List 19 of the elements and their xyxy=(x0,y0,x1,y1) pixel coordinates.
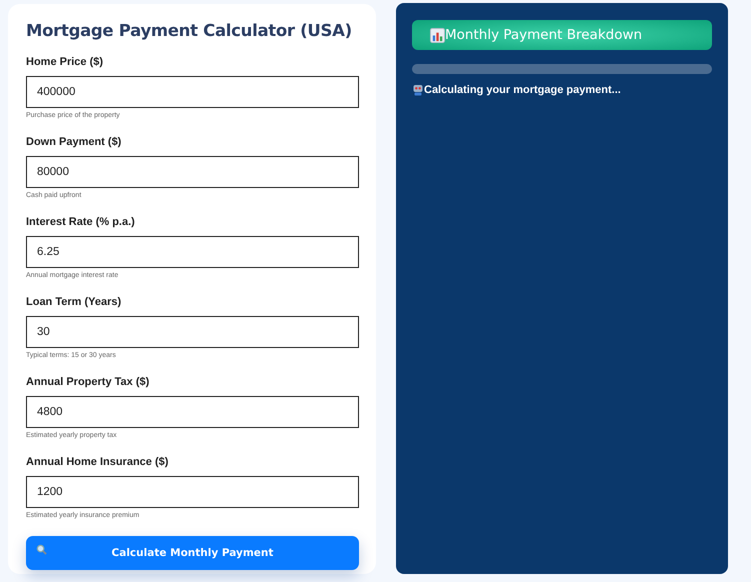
input-field[interactable]: 1200 xyxy=(26,476,359,508)
input-field[interactable]: 30 xyxy=(26,316,359,348)
field-label: Home Price ($) xyxy=(26,56,104,68)
input-field[interactable]: 80000 xyxy=(26,156,359,188)
search-icon xyxy=(36,544,47,554)
calculator-title: Mortgage Payment Calculator (USA) xyxy=(26,20,353,42)
breakdown-header: Monthly Payment Breakdown xyxy=(412,20,712,50)
input-field[interactable]: 400000 xyxy=(26,76,359,108)
field-label: Annual Home Insurance ($) xyxy=(26,456,170,468)
input-field[interactable]: 4800 xyxy=(26,396,359,428)
field-label: Annual Property Tax ($) xyxy=(26,376,150,388)
field-label: Loan Term (Years) xyxy=(26,296,122,308)
robot-icon xyxy=(412,84,424,96)
field-label: Interest Rate (% p.a.) xyxy=(26,216,136,228)
input-field[interactable]: 6.25 xyxy=(26,236,359,268)
calculate-button[interactable]: Calculate Monthly Payment xyxy=(26,536,359,570)
bar-chart-icon xyxy=(430,28,445,42)
field-label: Down Payment ($) xyxy=(26,136,122,148)
status-text: Calculating your mortgage payment... xyxy=(424,84,621,96)
